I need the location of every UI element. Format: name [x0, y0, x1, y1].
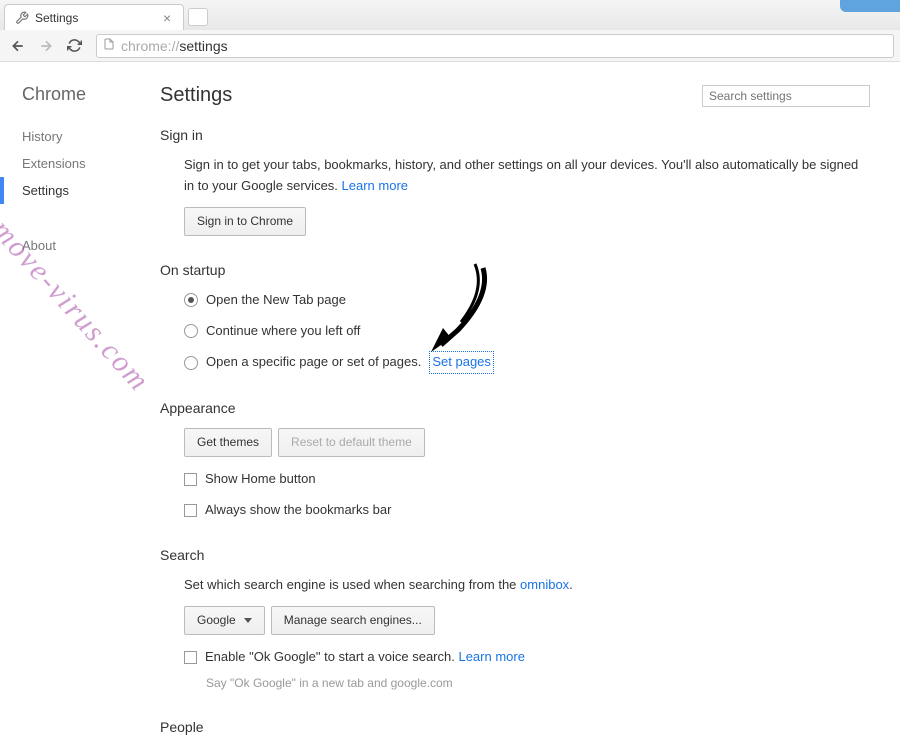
page-icon	[103, 37, 115, 54]
checkbox-icon	[184, 651, 197, 664]
main-header: Settings	[160, 84, 870, 107]
browser-tab[interactable]: Settings ×	[4, 4, 184, 30]
back-button[interactable]	[6, 34, 30, 58]
section-title-appearance: Appearance	[160, 400, 870, 416]
sidebar: Chrome History Extensions Settings About	[0, 62, 140, 700]
search-text: Set which search engine is used when sea…	[184, 575, 870, 596]
forward-button[interactable]	[34, 34, 58, 58]
show-bookmarks-checkbox[interactable]: Always show the bookmarks bar	[184, 500, 870, 521]
section-title-startup: On startup	[160, 262, 870, 278]
radio-icon	[184, 324, 198, 338]
url-text: chrome://settings	[121, 38, 228, 54]
reload-button[interactable]	[62, 34, 86, 58]
show-home-checkbox[interactable]: Show Home button	[184, 469, 870, 490]
section-title-signin: Sign in	[160, 127, 870, 143]
signin-learn-more-link[interactable]: Learn more	[342, 178, 408, 193]
tab-title: Settings	[35, 11, 78, 25]
sidebar-item-extensions[interactable]: Extensions	[22, 150, 140, 177]
section-appearance: Appearance Get themes Reset to default t…	[160, 400, 870, 521]
radio-icon	[184, 293, 198, 307]
signin-button[interactable]: Sign in to Chrome	[184, 207, 306, 236]
main: Settings Sign in Sign in to get your tab…	[140, 62, 900, 700]
checkbox-label: Show Home button	[205, 469, 316, 490]
checkbox-icon	[184, 504, 197, 517]
address-bar[interactable]: chrome://settings	[96, 34, 894, 58]
section-search: Search Set which search engine is used w…	[160, 547, 870, 693]
page-title: Settings	[160, 84, 232, 107]
signin-text: Sign in to get your tabs, bookmarks, his…	[184, 155, 870, 197]
get-themes-button[interactable]: Get themes	[184, 428, 272, 457]
search-engine-dropdown[interactable]: Google	[184, 606, 265, 635]
ok-google-hint: Say "Ok Google" in a new tab and google.…	[184, 674, 870, 693]
toolbar: chrome://settings	[0, 30, 900, 62]
tab-bar: Settings ×	[0, 0, 900, 30]
sidebar-item-settings[interactable]: Settings	[0, 177, 140, 204]
chevron-down-icon	[244, 618, 252, 623]
section-title-people: People	[160, 719, 870, 735]
new-tab-button[interactable]	[188, 8, 208, 26]
startup-radio-specific[interactable]: Open a specific page or set of pages. Se…	[184, 351, 870, 374]
section-people: People	[160, 719, 870, 735]
radio-label: Continue where you left off	[206, 321, 360, 342]
set-pages-link[interactable]: Set pages	[429, 351, 494, 374]
section-title-search: Search	[160, 547, 870, 563]
sidebar-item-history[interactable]: History	[22, 123, 140, 150]
dropdown-value: Google	[197, 611, 236, 630]
startup-radio-newtab[interactable]: Open the New Tab page	[184, 290, 870, 311]
section-signin: Sign in Sign in to get your tabs, bookma…	[160, 127, 870, 236]
section-startup: On startup Open the New Tab page Continu…	[160, 262, 870, 374]
reset-theme-button[interactable]: Reset to default theme	[278, 428, 425, 457]
ok-google-checkbox[interactable]: Enable "Ok Google" to start a voice sear…	[184, 647, 870, 668]
radio-label: Open a specific page or set of pages.	[206, 352, 421, 373]
startup-radio-continue[interactable]: Continue where you left off	[184, 321, 870, 342]
search-input[interactable]	[702, 85, 870, 107]
radio-icon	[184, 356, 198, 370]
sidebar-title: Chrome	[22, 84, 140, 105]
checkbox-icon	[184, 473, 197, 486]
sidebar-item-about[interactable]: About	[22, 232, 140, 259]
omnibox-link[interactable]: omnibox	[520, 577, 569, 592]
wrench-icon	[15, 11, 29, 25]
window-controls-hint	[840, 0, 900, 12]
ok-google-learn-more-link[interactable]: Learn more	[458, 649, 524, 664]
manage-search-engines-button[interactable]: Manage search engines...	[271, 606, 435, 635]
checkbox-label: Always show the bookmarks bar	[205, 500, 391, 521]
radio-label: Open the New Tab page	[206, 290, 346, 311]
close-icon[interactable]: ×	[163, 13, 173, 23]
checkbox-label: Enable "Ok Google" to start a voice sear…	[205, 647, 525, 668]
content: Chrome History Extensions Settings About…	[0, 62, 900, 700]
